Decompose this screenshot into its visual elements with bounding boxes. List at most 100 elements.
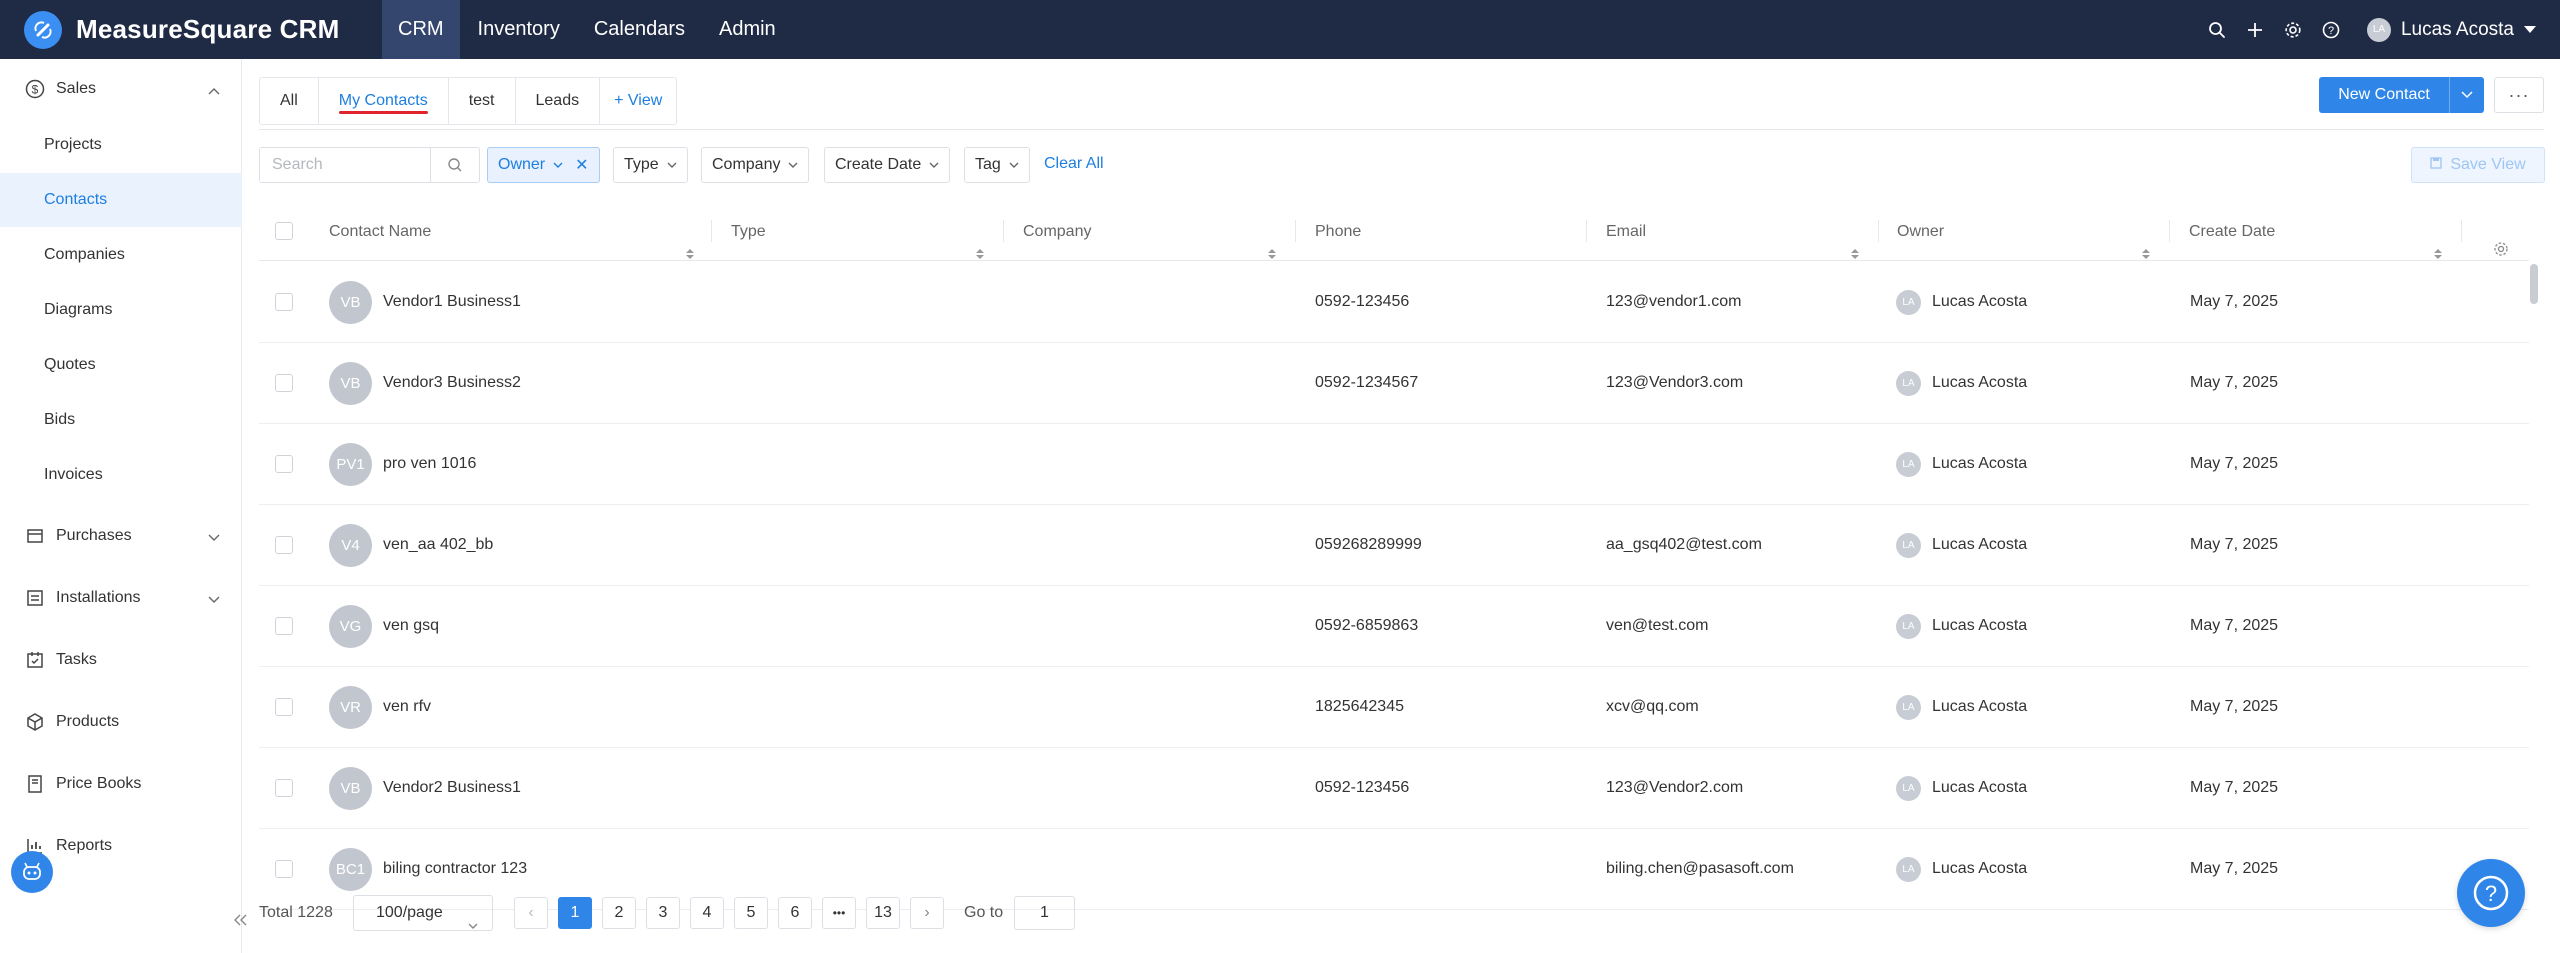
table-row[interactable]: VG ven gsq 0592-6859863 ven@test.com LA Lucas… [259,586,2529,667]
sidebar-group-installations[interactable]: Installations [0,573,242,623]
clear-filter-icon[interactable]: ✕ [575,155,588,175]
prev-page-button[interactable]: ‹ [514,897,548,929]
contact-name[interactable]: Vendor3 Business2 [383,343,521,423]
top-nav-inventory[interactable]: Inventory [462,0,576,59]
gear-icon[interactable] [2283,20,2303,40]
owner-avatar: LA [1896,695,1921,720]
contact-name[interactable]: pro ven 1016 [383,424,476,504]
sidebar-item-products[interactable]: Products [0,697,242,747]
more-actions-button[interactable]: ··· [2494,77,2544,113]
table-row[interactable]: V4 ven_aa 402_bb 059268289999 aa_gsq402@tes… [259,505,2529,586]
page-ellipsis-button[interactable]: ••• [822,897,856,929]
view-tab-my-contacts[interactable]: My Contacts [319,78,449,124]
sidebar-item-invoices[interactable]: Invoices [0,448,242,502]
sidebar-item-label: Products [56,713,120,730]
sidebar-item-diagrams[interactable]: Diagrams [0,283,242,337]
next-page-button[interactable]: › [910,897,944,929]
contact-owner: Lucas Acosta [1932,455,2028,472]
collapse-sidebar-icon[interactable] [232,911,250,929]
table-row[interactable]: VB Vendor2 Business1 0592-123456 123@Vendor… [259,748,2529,829]
row-checkbox[interactable] [275,617,293,635]
contact-name[interactable]: ven_aa 402_bb [383,505,493,585]
select-all-checkbox[interactable] [275,222,293,240]
page-button-6[interactable]: 6 [778,897,812,929]
chevron-down-icon[interactable] [2450,77,2484,113]
contact-owner: Lucas Acosta [1932,293,2028,310]
save-view-button[interactable]: Save View [2411,147,2545,183]
row-checkbox[interactable] [275,374,293,392]
view-tab-leads[interactable]: Leads [516,78,601,124]
filter-type[interactable]: Type [613,147,688,183]
row-checkbox[interactable] [275,860,293,878]
sidebar-item-tasks[interactable]: Tasks [0,635,242,685]
calendar-check-icon [24,649,46,671]
table-row[interactable]: VB Vendor3 Business2 0592-1234567 123@Vendo… [259,343,2529,424]
clear-all-link[interactable]: Clear All [1044,155,1104,173]
sidebar-group-sales[interactable]: $ Sales [0,64,242,114]
sidebar-item-companies[interactable]: Companies [0,228,242,282]
top-nav-crm[interactable]: CRM [382,0,460,59]
filter-owner[interactable]: Owner ✕ [487,147,600,183]
column-owner[interactable]: Owner [1897,202,1944,261]
main-content: All My Contacts test Leads + View New Co… [259,59,2560,953]
search-input[interactable] [260,148,430,182]
filter-create-date[interactable]: Create Date [824,147,951,183]
vertical-scrollbar[interactable] [2530,264,2538,304]
view-tab-all[interactable]: All [260,78,319,124]
page-button-1[interactable]: 1 [558,897,592,929]
table-row[interactable]: VR ven rfv 1825642345 xcv@qq.com LA Lucas Aco… [259,667,2529,748]
sidebar-item-projects[interactable]: Projects [0,118,242,172]
table-row[interactable]: VB Vendor1 Business1 0592-123456 123@vendor… [259,262,2529,343]
chevron-down-icon [468,909,478,943]
view-tab-test[interactable]: test [449,78,516,124]
contact-name[interactable]: Vendor2 Business1 [383,748,521,828]
sidebar-item-price-books[interactable]: Price Books [0,759,242,809]
plus-icon[interactable] [2245,20,2265,40]
help-chat-button[interactable]: ? [2457,859,2525,927]
new-contact-button[interactable]: New Contact [2319,77,2484,113]
total-count: Total 1228 [259,904,333,921]
column-divider [1003,220,1004,242]
row-checkbox[interactable] [275,293,293,311]
filter-company[interactable]: Company [701,147,810,183]
column-create-date[interactable]: Create Date [2189,202,2275,261]
row-checkbox[interactable] [275,536,293,554]
search-icon[interactable] [2207,20,2227,40]
row-checkbox[interactable] [275,779,293,797]
column-email[interactable]: Email [1606,202,1646,261]
search-icon[interactable] [430,148,479,182]
row-checkbox[interactable] [275,455,293,473]
page-button-5[interactable]: 5 [734,897,768,929]
contact-name[interactable]: ven rfv [383,667,431,747]
column-phone[interactable]: Phone [1315,202,1361,261]
page-button-2[interactable]: 2 [602,897,636,929]
column-contact-name[interactable]: Contact Name [329,202,431,261]
top-nav-admin[interactable]: Admin [703,0,792,59]
assistant-bot-button[interactable] [11,851,53,893]
goto-page-input[interactable]: 1 [1014,896,1075,930]
contact-name[interactable]: ven gsq [383,586,439,666]
sidebar-group-purchases[interactable]: Purchases [0,511,242,561]
sidebar-item-bids[interactable]: Bids [0,393,242,447]
column-type[interactable]: Type [731,202,766,261]
help-icon[interactable]: ? [2321,20,2341,40]
user-menu[interactable]: LA Lucas Acosta [2366,17,2536,42]
row-checkbox[interactable] [275,698,293,716]
contact-avatar: VR [329,686,372,729]
logo-icon[interactable] [24,11,62,49]
top-nav-calendars[interactable]: Calendars [578,0,701,59]
column-company[interactable]: Company [1023,202,1091,261]
contact-name[interactable]: Vendor1 Business1 [383,262,521,342]
page-button-4[interactable]: 4 [690,897,724,929]
page-button-3[interactable]: 3 [646,897,680,929]
contact-avatar: VG [329,605,372,648]
page-button-13[interactable]: 13 [866,897,900,929]
contact-avatar: V4 [329,524,372,567]
contact-owner: Lucas Acosta [1932,374,2028,391]
sidebar-item-contacts[interactable]: Contacts [0,173,242,227]
add-view-button[interactable]: + View [600,78,676,124]
table-row[interactable]: PV1 pro ven 1016 LA Lucas Acosta May 7, 2025 [259,424,2529,505]
page-size-select[interactable]: 100/page [353,895,493,931]
sidebar-item-quotes[interactable]: Quotes [0,338,242,392]
filter-tag[interactable]: Tag [964,147,1030,183]
